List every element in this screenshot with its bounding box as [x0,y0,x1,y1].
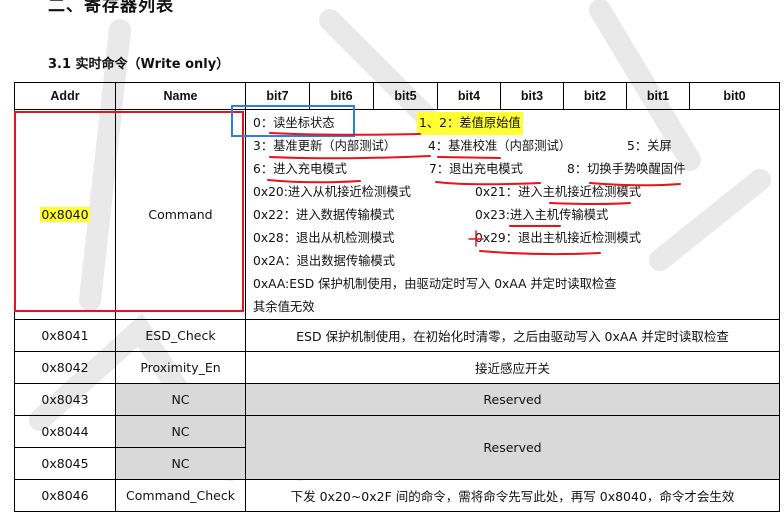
command-line-9: 其余值无效 [253,296,779,319]
cmd-baseline-calibrate: 4：基准校准（内部测试） [428,139,572,153]
desc-cell: Reserved [245,383,780,416]
cmd-0x21: 0x21：进入主机接近检测模式 [475,185,642,199]
cmd-0x23: 0x23:进入主机传输模式 [475,208,609,222]
header-bit2: bit2 [563,82,627,110]
command-line-4: 0x20:进入从机接近检测模式 0x21：进入主机接近检测模式 [253,181,779,204]
header-bit5: bit5 [373,82,438,110]
cmd-0xaa: 0xAA:ESD 保护机制使用，由驱动定时写入 0xAA 并定时读取检查 [253,277,617,291]
header-addr: Addr [14,82,116,110]
command-line-3: 6：进入充电模式 7：退出充电模式 8：切换手势唤醒固件 [253,158,779,181]
header-bit1: bit1 [626,82,690,110]
cmd-diff-raw: 1、2：差值原始值 [417,112,523,135]
cmd-0x29: 0x29：退出主机接近检测模式 [475,231,642,245]
name-cell: Command [115,109,246,320]
table-header-row: Addr Name bit7 bit6 bit5 bit4 bit3 bit2 … [14,82,780,110]
table-row-0x8042: 0x8042 Proximity_En 接近感应开关 [14,351,780,384]
cmd-read-coordinate: 0：读坐标状态 [253,116,335,130]
command-line-6: 0x28：退出从机检测模式 0x29：退出主机接近检测模式 [253,227,779,250]
register-table: Addr Name bit7 bit6 bit5 bit4 bit3 bit2 … [14,82,780,512]
name-cell: NC [115,383,246,416]
table-row-0x8043: 0x8043 NC Reserved [14,383,780,416]
cmd-0x20: 0x20:进入从机接近检测模式 [253,185,411,199]
header-bit6: bit6 [309,82,374,110]
desc-cell: 下发 0x20~0x2F 间的命令，需将命令先写此处，再写 0x8040，命令才… [245,479,780,512]
subsection-heading: 3.1 实时命令（Write only） [48,57,230,72]
cmd-0x28: 0x28：退出从机检测模式 [253,231,395,245]
command-line-8: 0xAA:ESD 保护机制使用，由驱动定时写入 0xAA 并定时读取检查 [253,273,779,296]
cmd-0x2a: 0x2A：退出数据传输模式 [253,254,396,268]
cmd-exit-charging: 7：退出充电模式 [429,162,523,176]
addr-cell: 0x8046 [14,479,116,512]
command-line-2: 3：基准更新（内部测试） 4：基准校准（内部测试） 5：关屏 [253,135,779,158]
desc-cell: Reserved [245,415,780,480]
cmd-other-invalid: 其余值无效 [253,300,315,314]
cmd-baseline-update: 3：基准更新（内部测试） [253,139,397,153]
name-cell: NC [115,415,246,448]
addr-value: 0x8040 [40,207,90,222]
table-row-0x8041: 0x8041 ESD_Check ESD 保护机制使用，在初始化时清零，之后由驱… [14,319,780,352]
desc-cell: 接近感应开关 [245,351,780,384]
name-cell: Proximity_En [115,351,246,384]
command-line-7: 0x2A：退出数据传输模式 [253,250,779,273]
name-cell: ESD_Check [115,319,246,352]
header-bit0: bit0 [689,82,780,110]
desc-cell: ESD 保护机制使用，在初始化时清零，之后由驱动写入 0xAA 并定时读取检查 [245,319,780,352]
cmd-enter-charging: 6：进入充电模式 [253,162,347,176]
section-heading: 二、寄存器列表 [48,0,174,16]
command-line-1: 0：读坐标状态 1、2：差值原始值 [253,112,779,135]
command-line-5: 0x22：进入数据传输模式 0x23:进入主机传输模式 [253,204,779,227]
name-cell: NC [115,447,246,480]
header-bit3: bit3 [500,82,564,110]
name-cell: Command_Check [115,479,246,512]
cmd-screen-off: 5：关屏 [627,139,672,153]
addr-cell: 0x8043 [14,383,116,416]
addr-cell: 0x8044 [14,415,116,448]
addr-cell: 0x8040 [14,109,116,320]
cmd-gesture-firmware: 8：切换手势唤醒固件 [567,162,686,176]
header-bit7: bit7 [245,82,310,110]
table-row-0x8044: 0x8044 NC Reserved [14,415,780,480]
header-bit4: bit4 [437,82,501,110]
command-values-cell: 0：读坐标状态 1、2：差值原始值 3：基准更新（内部测试） 4：基准校准（内部… [245,109,780,320]
table-row-0x8046: 0x8046 Command_Check 下发 0x20~0x2F 间的命令，需… [14,479,780,512]
addr-cell: 0x8041 [14,319,116,352]
addr-cell: 0x8042 [14,351,116,384]
table-row-0x8040: 0x8040 Command 0：读坐标状态 1、2：差值原始值 3：基准更新（… [14,109,780,320]
cmd-0x22: 0x22：进入数据传输模式 [253,208,395,222]
addr-cell: 0x8045 [14,447,116,480]
header-name: Name [115,82,246,110]
